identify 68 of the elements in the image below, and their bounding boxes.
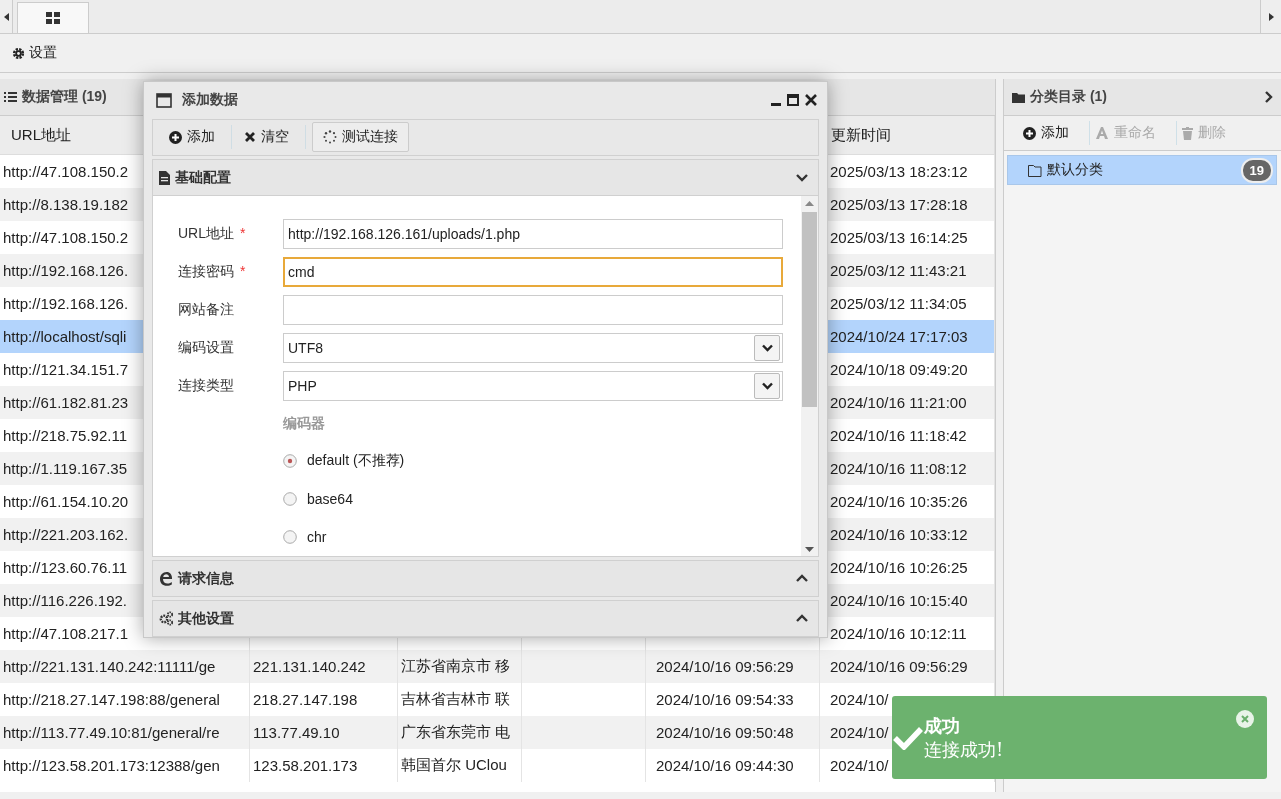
- plus-icon: [1023, 126, 1036, 140]
- test-connection-button[interactable]: 测试连接: [312, 122, 409, 153]
- down-arrow-icon: [805, 546, 814, 552]
- settings-icon: [12, 46, 25, 60]
- window-icon: [156, 93, 172, 108]
- radio-label: default (不推荐): [307, 451, 405, 470]
- section-header[interactable]: 其他设置: [152, 600, 819, 637]
- radio-button[interactable]: [283, 453, 297, 468]
- right-arrow-icon: [1268, 12, 1274, 21]
- table-cell: 2024/10/16 09:44:30: [646, 749, 820, 782]
- category-item[interactable]: 默认分类 19: [1007, 155, 1277, 185]
- group-label: 编码器: [283, 415, 326, 433]
- folder-icon: [1028, 163, 1042, 177]
- table-cell: 123.58.201.173: [250, 749, 398, 782]
- trash-icon: [1182, 126, 1193, 140]
- clear-button[interactable]: 清空: [232, 125, 306, 150]
- table-cell: 韩国首尔 UClou: [398, 749, 522, 782]
- radio-label: chr: [307, 528, 327, 545]
- scrollbar[interactable]: [801, 196, 818, 556]
- grid-icon: [46, 12, 60, 24]
- field-label: 编码设置: [178, 339, 234, 355]
- add-button[interactable]: 添加: [1018, 121, 1090, 145]
- spinner-icon: [323, 130, 337, 145]
- font-icon: [1095, 126, 1109, 140]
- panel-title: 数据管理 (19): [22, 88, 107, 106]
- up-arrow-icon: [805, 200, 814, 206]
- list-icon: [4, 91, 17, 103]
- folder-icon: [1012, 91, 1025, 103]
- dropdown[interactable]: PHP: [283, 371, 783, 401]
- chevron-up-icon: [796, 574, 808, 583]
- chevron-up-icon: [796, 614, 808, 623]
- document-icon: [159, 170, 170, 185]
- close-icon[interactable]: [805, 94, 817, 107]
- count-badge: 19: [1240, 157, 1273, 183]
- tab[interactable]: [17, 2, 89, 33]
- chevron-down-icon: [761, 344, 773, 352]
- category-label: 默认分类: [1047, 161, 1104, 179]
- table-cell[interactable]: http://123.58.201.173:12388/gen: [0, 749, 250, 782]
- required-mark: *: [240, 225, 246, 241]
- radio-button[interactable]: [283, 491, 297, 506]
- field-label: 连接密码: [178, 263, 234, 279]
- radio-button[interactable]: [283, 529, 297, 544]
- panel-title: 分类目录 (1): [1030, 88, 1107, 106]
- input-field[interactable]: http://192.168.126.161/uploads/1.php: [283, 219, 783, 249]
- scrollbar-thumb[interactable]: [802, 212, 817, 407]
- radio-label: base64: [307, 490, 353, 507]
- input-field[interactable]: cmd: [283, 257, 783, 287]
- dialog-title: 添加数据: [182, 91, 239, 110]
- plus-icon: [169, 131, 182, 144]
- times-icon: [244, 131, 256, 144]
- input-field[interactable]: [283, 295, 783, 325]
- dropdown[interactable]: UTF8: [283, 333, 783, 363]
- section-header[interactable]: 基础配置: [152, 159, 819, 196]
- settings-button[interactable]: 设置: [12, 44, 57, 62]
- add-button[interactable]: 添加: [157, 125, 232, 150]
- chevron-down-icon: [796, 173, 808, 182]
- chevron-down-icon: [761, 382, 773, 390]
- gears-icon: [159, 611, 173, 626]
- field-label: URL地址: [178, 225, 234, 241]
- maximize-icon[interactable]: [787, 94, 799, 107]
- edge-icon: [159, 570, 173, 587]
- chevron-right-icon[interactable]: [1264, 91, 1273, 103]
- required-mark: *: [240, 263, 246, 279]
- left-arrow-icon: [3, 12, 9, 21]
- toast-title: 成功: [924, 713, 960, 738]
- field-label: 网站备注: [178, 301, 234, 317]
- check-icon: [892, 725, 924, 750]
- section-header[interactable]: 请求信息: [152, 560, 819, 597]
